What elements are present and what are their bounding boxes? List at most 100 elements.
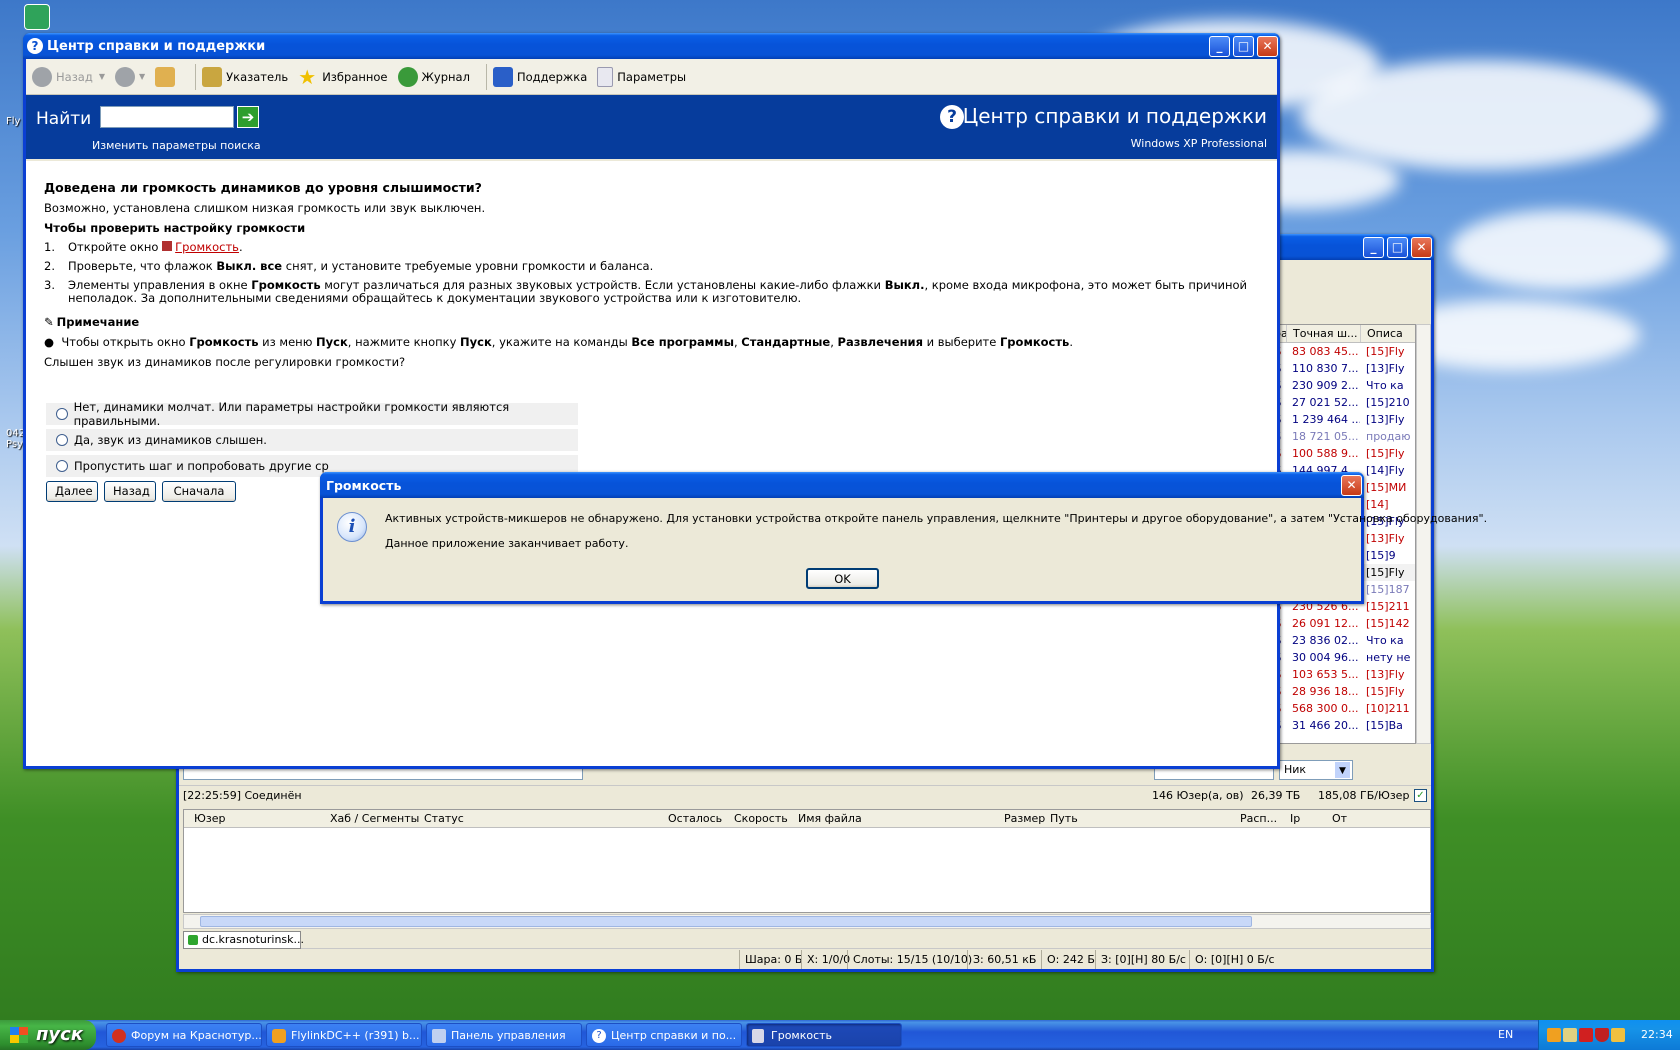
maximize-button[interactable]: □ xyxy=(1387,237,1408,258)
search-input[interactable] xyxy=(100,106,234,128)
table-row[interactable]: Б31 466 20...[15]Ва xyxy=(1274,717,1415,734)
statusbar-field: Слоты: 15/15 (10/10) xyxy=(847,950,972,969)
clock[interactable]: 22:34 xyxy=(1641,1028,1673,1041)
support-label: Поддержка xyxy=(516,69,588,84)
table-cell: 18 721 05... xyxy=(1292,430,1359,443)
radio-button[interactable] xyxy=(56,408,68,420)
tray-icon[interactable] xyxy=(1563,1028,1577,1042)
horizontal-scrollbar[interactable] xyxy=(183,914,1431,929)
history-button[interactable]: Журнал xyxy=(397,66,470,87)
favorites-button[interactable]: ★ Избранное xyxy=(298,67,387,87)
column-header[interactable]: Имя файла xyxy=(798,810,862,828)
table-row[interactable]: Б568 300 0...[10]211 xyxy=(1274,700,1415,717)
search-go-button[interactable]: ➔ xyxy=(237,106,259,128)
help-icon: ? xyxy=(592,1029,606,1043)
home-button[interactable] xyxy=(155,66,179,87)
share-per-user: 185,08 ГБ/Юзер xyxy=(1318,789,1410,802)
column-header[interactable]: Точная ш... xyxy=(1286,325,1360,342)
table-row[interactable]: Б110 830 7...[13]Fly xyxy=(1274,360,1415,377)
system-tray: 22:34 xyxy=(1538,1020,1680,1050)
forward-button[interactable]: ▼ xyxy=(114,66,145,87)
table-cell: [15]Fly xyxy=(1366,685,1405,698)
column-header[interactable]: Статус xyxy=(424,810,464,828)
help-titlebar[interactable]: ? Центр справки и поддержки _ □ ✕ xyxy=(23,33,1280,59)
support-button[interactable]: Поддержка xyxy=(492,66,588,87)
table-row[interactable]: Б27 021 52...[15]210 xyxy=(1274,394,1415,411)
start-button[interactable]: пуск xyxy=(0,1020,96,1050)
nick-select[interactable]: Ник ▼ xyxy=(1279,760,1353,780)
column-header[interactable]: Описа xyxy=(1360,325,1410,342)
volume-link[interactable]: Громкость xyxy=(175,240,239,254)
table-row[interactable]: Б18 721 05...продаю xyxy=(1274,428,1415,445)
dialog-titlebar[interactable]: Громкость ✕ xyxy=(320,472,1364,498)
table-cell: [15]Fly xyxy=(1366,566,1405,579)
step-3: 3. Элементы управления в окне Громкость … xyxy=(44,278,1247,305)
option-yes[interactable]: Да, звук из динамиков слышен. xyxy=(46,429,578,451)
close-button[interactable]: ✕ xyxy=(1341,475,1362,496)
hub-tab[interactable]: dc.krasnoturinsk... xyxy=(183,931,304,949)
change-search-params-link[interactable]: Изменить параметры поиска xyxy=(92,139,261,152)
radio-button[interactable] xyxy=(56,460,68,472)
checklist-icon xyxy=(597,66,614,87)
back-label: Назад xyxy=(56,69,93,84)
tray-icon[interactable] xyxy=(1611,1028,1625,1042)
hub-tabs: dc.krasnoturinsk... xyxy=(183,931,1431,949)
share-total: 26,39 ТБ xyxy=(1251,789,1301,802)
back-button[interactable]: Назад xyxy=(104,481,156,502)
table-row[interactable]: Б100 588 9...[15]Fly xyxy=(1274,445,1415,462)
minimize-button[interactable]: _ xyxy=(1209,36,1230,57)
options-label: Параметры xyxy=(617,69,687,84)
table-row[interactable]: Б103 653 5...[13]Fly xyxy=(1274,666,1415,683)
column-header[interactable]: Размер xyxy=(1004,810,1045,828)
control-panel-icon xyxy=(432,1029,446,1043)
table-row[interactable]: Б83 083 45...[15]Fly xyxy=(1274,343,1415,360)
column-header[interactable]: Хаб / Сегменты xyxy=(330,810,419,828)
column-header[interactable]: От xyxy=(1332,810,1347,828)
taskbar-item-volume[interactable]: Громкость xyxy=(746,1023,902,1047)
tray-icon[interactable] xyxy=(1579,1028,1593,1042)
vertical-scrollbar[interactable] xyxy=(1416,324,1431,744)
ok-button[interactable]: OK xyxy=(806,568,879,589)
table-row[interactable]: Б23 836 02...Что ка xyxy=(1274,632,1415,649)
language-indicator[interactable]: EN xyxy=(1498,1028,1513,1041)
column-header[interactable]: Скорость xyxy=(734,810,788,828)
close-button[interactable]: ✕ xyxy=(1257,36,1278,57)
taskbar-item-flylink[interactable]: FlylinkDC++ (r391) b... xyxy=(266,1023,422,1047)
column-header[interactable]: Юзер xyxy=(194,810,225,828)
table-cell: [15]9 xyxy=(1366,549,1396,562)
statusbar: Шара: 0 Б Х: 1/0/0 Слоты: 15/15 (10/10) З: … xyxy=(179,950,1431,969)
tray-icon[interactable] xyxy=(1547,1028,1561,1042)
back-button[interactable]: Назад ▼ xyxy=(32,66,105,87)
options-button[interactable]: Параметры xyxy=(597,66,687,87)
table-row[interactable]: Б26 091 12...[15]142 xyxy=(1274,615,1415,632)
index-button[interactable]: Указатель xyxy=(202,66,288,87)
table-cell: 103 653 5... xyxy=(1292,668,1359,681)
option-no[interactable]: Нет, динамики молчат. Или параметры наст… xyxy=(46,400,578,428)
chevron-down-icon: ▼ xyxy=(1335,762,1350,778)
recycle-icon[interactable] xyxy=(24,4,50,30)
table-row[interactable]: Б28 936 18...[15]Fly xyxy=(1274,683,1415,700)
radio-button[interactable] xyxy=(56,434,68,446)
column-header[interactable]: Путь xyxy=(1050,810,1078,828)
table-row[interactable]: Б230 909 2...Что ка xyxy=(1274,377,1415,394)
table-row[interactable]: Б1 239 464 ...[13]Fly xyxy=(1274,411,1415,428)
taskbar-item-forum[interactable]: Форум на Краснотур... xyxy=(106,1023,262,1047)
column-header[interactable]: Осталось xyxy=(668,810,722,828)
table-cell: 110 830 7... xyxy=(1292,362,1359,375)
taskbar-item-help-center[interactable]: ? Центр справки и по... xyxy=(586,1023,742,1047)
table-row[interactable]: Б30 004 96...нету не xyxy=(1274,649,1415,666)
maximize-button[interactable]: □ xyxy=(1233,36,1254,57)
column-header[interactable]: Расп... xyxy=(1240,810,1277,828)
minimize-button[interactable]: _ xyxy=(1363,237,1384,258)
volume-icon xyxy=(752,1029,764,1043)
table-cell: [13]Fly xyxy=(1366,532,1405,545)
taskbar-item-control-panel[interactable]: Панель управления xyxy=(426,1023,582,1047)
checkbox[interactable]: ✓ xyxy=(1414,789,1427,802)
step-1: 1. Откройте окно Громкость. xyxy=(44,240,243,254)
shield-icon[interactable] xyxy=(1595,1028,1609,1042)
next-button[interactable]: Далее xyxy=(46,481,98,502)
column-header[interactable]: Ip xyxy=(1290,810,1300,828)
table-cell: [15]142 xyxy=(1366,617,1410,630)
close-button[interactable]: ✕ xyxy=(1411,237,1432,258)
restart-button[interactable]: Сначала xyxy=(162,481,236,502)
